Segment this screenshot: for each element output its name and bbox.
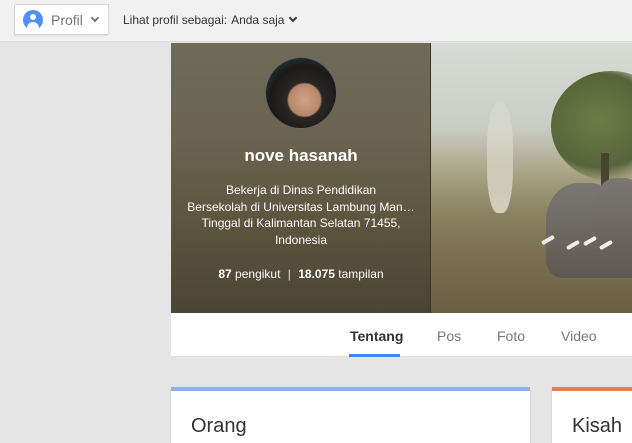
chevron-down-icon — [289, 13, 298, 23]
person-circle-icon — [23, 9, 43, 30]
followers-count: 87 — [218, 267, 232, 281]
profile-tabs: Tentang Pos Foto Video — [171, 313, 632, 357]
profile-menu-button[interactable]: Profil — [14, 4, 109, 35]
profile-info-panel: nove hasanah Bekerja di Dinas Pendidikan… — [171, 43, 431, 313]
profile-name: nove hasanah — [244, 146, 358, 165]
chevron-down-icon — [90, 13, 100, 22]
stats-divider: | — [287, 267, 291, 281]
view-as-value: Anda saja — [231, 13, 285, 27]
story-card: Kisah — [552, 387, 632, 443]
avatar[interactable] — [265, 57, 337, 129]
tab-video[interactable]: Video — [561, 328, 597, 344]
info-school: Bersekolah di Universitas Lambung Man… — [187, 199, 415, 214]
acacia-tree — [551, 71, 632, 181]
views-count: 18.075 — [298, 267, 335, 281]
followers-label: pengikut — [235, 267, 281, 281]
elephant — [591, 178, 632, 278]
story-card-title: Kisah — [572, 415, 623, 437]
profile-cover: nove hasanah Bekerja di Dinas Pendidikan… — [171, 43, 632, 313]
tab-pos[interactable]: Pos — [437, 328, 461, 344]
view-as-label: Lihat profil sebagai: — [123, 13, 228, 27]
people-card-title: Orang — [191, 415, 247, 437]
info-country: Indonesia — [274, 232, 328, 247]
dust-plume — [487, 103, 513, 213]
profile-button-label: Profil — [51, 11, 83, 28]
profile-stats: 87 pengikut | 18.075 tampilan — [171, 267, 431, 281]
info-work: Bekerja di Dinas Pendidikan — [225, 183, 377, 197]
people-card: Orang — [171, 387, 530, 443]
tab-foto[interactable]: Foto — [497, 328, 525, 344]
top-bar: Profil Lihat profil sebagai: Anda saja — [0, 0, 632, 42]
info-location: Tinggal di Kalimantan Selatan 71455, — [201, 216, 401, 230]
tab-tentang[interactable]: Tentang — [350, 328, 403, 344]
profile-info: Bekerja di Dinas Pendidikan Bersekolah d… — [171, 182, 431, 248]
cover-photo[interactable] — [431, 43, 632, 313]
views-label: tampilan — [338, 267, 384, 281]
view-as-dropdown[interactable]: Lihat profil sebagai: Anda saja — [123, 13, 298, 27]
active-tab-indicator — [349, 354, 400, 357]
